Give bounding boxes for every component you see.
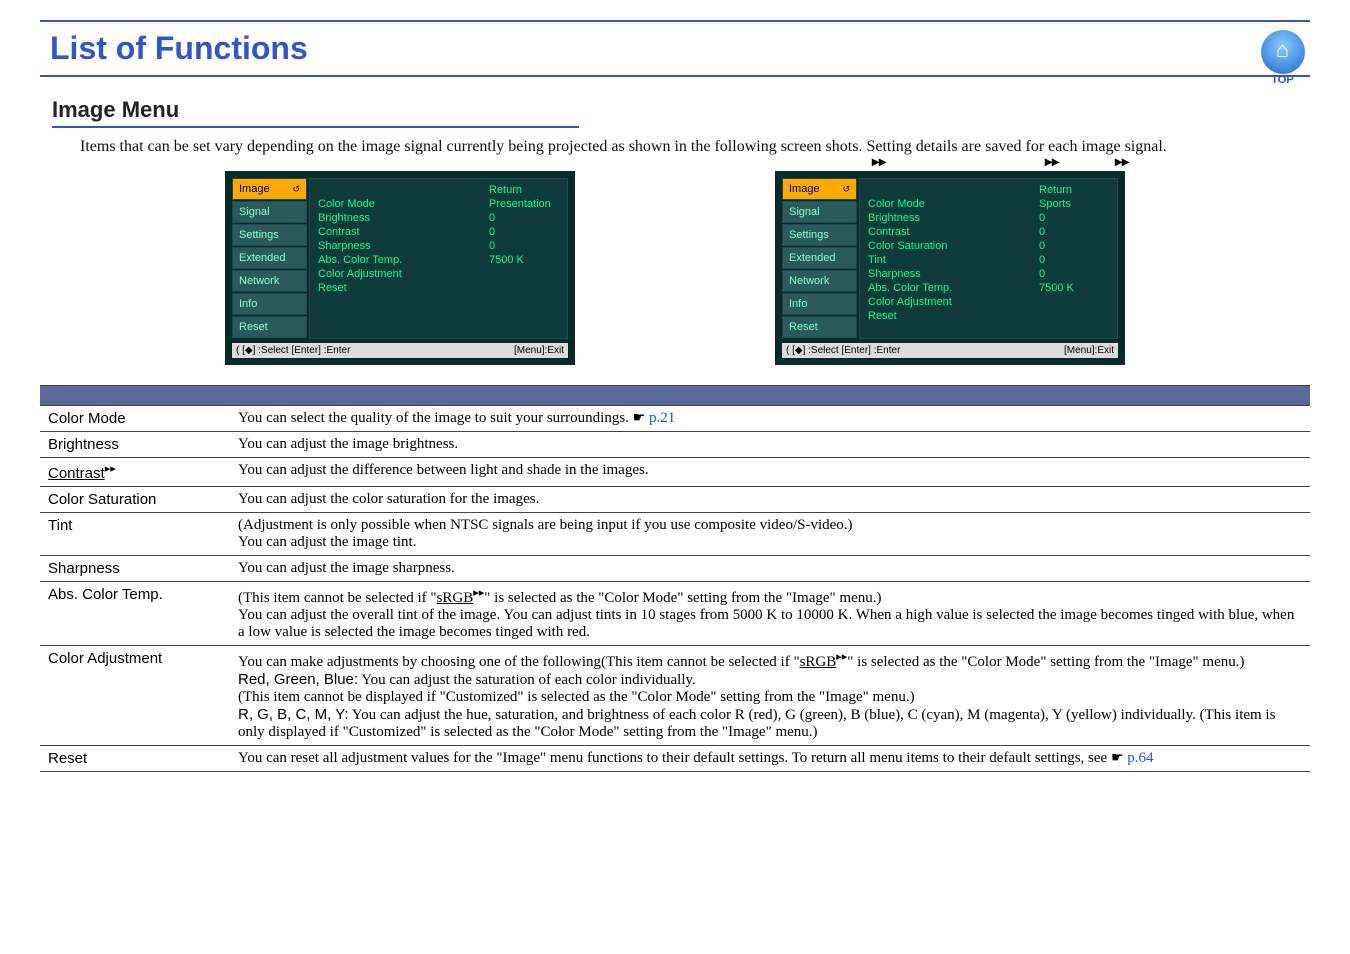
table-row: Color AdjustmentYou can make adjustments… xyxy=(40,646,1310,746)
glossary-marker-icon: ▸▸ xyxy=(105,463,116,475)
function-name: Tint xyxy=(40,513,230,556)
table-row: Color SaturationYou can adjust the color… xyxy=(40,487,1310,513)
glossary-marker-icon: ▸▸ xyxy=(872,153,886,170)
function-description: You can adjust the color saturation for … xyxy=(230,487,1310,513)
glossary-marker-icon: ▸▸ xyxy=(836,651,847,663)
glossary-marker-icon: ▸▸ xyxy=(473,587,484,599)
function-name: Color Mode xyxy=(40,406,230,432)
function-name: Color Saturation xyxy=(40,487,230,513)
screenshots-row: ImageSignalSettingsExtendedNetworkInfoRe… xyxy=(40,171,1310,365)
menu-category: Reset xyxy=(232,316,307,338)
table-row: Abs. Color Temp.(This item cannot be sel… xyxy=(40,582,1310,646)
pointer-icon: ☛ xyxy=(1111,751,1124,766)
function-description: You can adjust the image sharpness. xyxy=(230,556,1310,582)
table-row: Color ModeYou can select the quality of … xyxy=(40,406,1310,432)
menu-screenshot-video: ImageSignalSettingsExtendedNetworkInfoRe… xyxy=(775,171,1125,365)
menu-category: Settings xyxy=(782,224,857,246)
function-description: (This item cannot be selected if "sRGB▸▸… xyxy=(230,582,1310,646)
menu-category: Settings xyxy=(232,224,307,246)
glossary-marker-icon: ▸▸ xyxy=(1115,153,1129,170)
table-header xyxy=(40,386,1310,406)
menu-category: Image xyxy=(232,178,307,200)
menu-category: Extended xyxy=(232,247,307,269)
function-name: Contrast▸▸ xyxy=(40,458,230,487)
table-row: Tint(Adjustment is only possible when NT… xyxy=(40,513,1310,556)
table-row: BrightnessYou can adjust the image brigh… xyxy=(40,432,1310,458)
function-name: Color Adjustment xyxy=(40,646,230,746)
glossary-marker-icon: ▸▸ xyxy=(1045,153,1059,170)
intro-text: Items that can be set vary depending on … xyxy=(80,138,1270,156)
function-name: Brightness xyxy=(40,432,230,458)
pointer-icon: ☛ xyxy=(633,411,646,426)
function-name: Sharpness xyxy=(40,556,230,582)
menu-category: Network xyxy=(782,270,857,292)
function-description: You can adjust the difference between li… xyxy=(230,458,1310,487)
table-row: Contrast▸▸You can adjust the difference … xyxy=(40,458,1310,487)
table-row: ResetYou can reset all adjustment values… xyxy=(40,746,1310,772)
home-icon: ⌂ xyxy=(1261,30,1305,74)
page-link[interactable]: p.21 xyxy=(645,410,675,426)
menu-category: Signal xyxy=(232,201,307,223)
title-bar: List of Functions xyxy=(40,20,1310,77)
menu-category: Signal xyxy=(782,201,857,223)
function-description: (Adjustment is only possible when NTSC s… xyxy=(230,513,1310,556)
menu-category: Network xyxy=(232,270,307,292)
menu-category: Info xyxy=(232,293,307,315)
menu-screenshot-computer: ImageSignalSettingsExtendedNetworkInfoRe… xyxy=(225,171,575,365)
section-heading: Image Menu xyxy=(52,97,579,128)
function-description: You can select the quality of the image … xyxy=(230,406,1310,432)
function-name: Reset xyxy=(40,746,230,772)
menu-category: Info xyxy=(782,293,857,315)
table-row: SharpnessYou can adjust the image sharpn… xyxy=(40,556,1310,582)
function-description: You can reset all adjustment values for … xyxy=(230,746,1310,772)
function-description: You can adjust the image brightness. xyxy=(230,432,1310,458)
function-table: Color ModeYou can select the quality of … xyxy=(40,385,1310,772)
function-description: You can make adjustments by choosing one… xyxy=(230,646,1310,746)
top-icon[interactable]: ⌂ TOP xyxy=(1255,30,1310,85)
menu-category: Extended xyxy=(782,247,857,269)
function-name: Abs. Color Temp. xyxy=(40,582,230,646)
top-label: TOP xyxy=(1255,74,1310,86)
menu-category: Image xyxy=(782,178,857,200)
page-title: List of Functions xyxy=(50,30,1310,67)
page-link[interactable]: p.64 xyxy=(1124,750,1154,766)
menu-category: Reset xyxy=(782,316,857,338)
